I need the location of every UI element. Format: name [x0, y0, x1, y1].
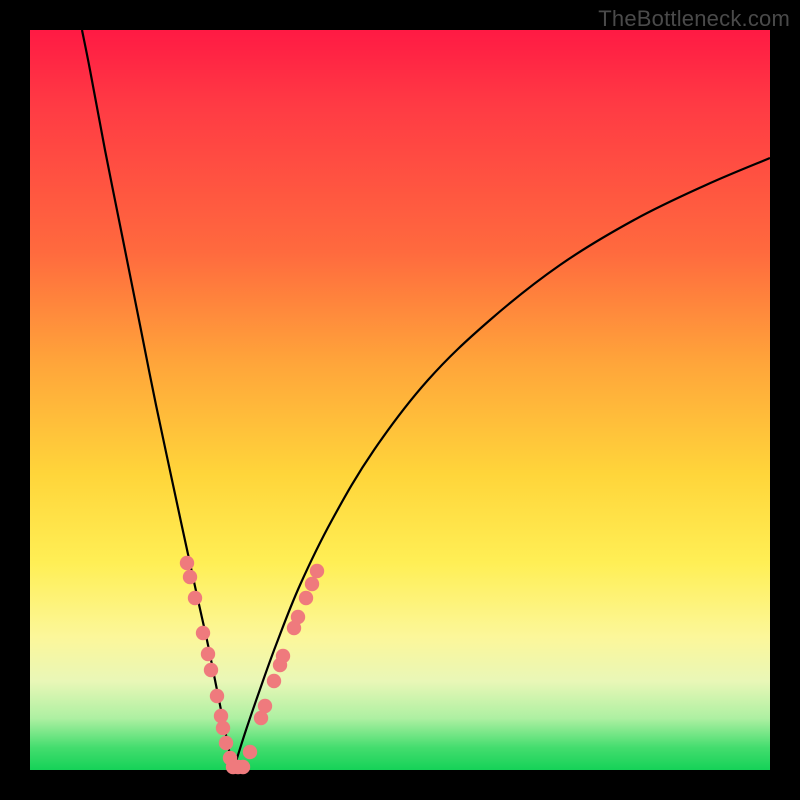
data-point	[258, 699, 272, 713]
curve-right-curve	[233, 158, 770, 770]
data-point	[188, 591, 202, 605]
data-point	[267, 674, 281, 688]
data-point	[210, 689, 224, 703]
chart-frame: TheBottleneck.com	[0, 0, 800, 800]
data-point	[201, 647, 215, 661]
data-point	[219, 736, 233, 750]
data-point	[183, 570, 197, 584]
data-point	[236, 760, 250, 774]
data-point	[204, 663, 218, 677]
chart-svg	[30, 30, 770, 770]
data-point	[180, 556, 194, 570]
watermark-text: TheBottleneck.com	[598, 6, 790, 32]
data-point	[216, 721, 230, 735]
data-point	[305, 577, 319, 591]
data-point	[310, 564, 324, 578]
data-point	[214, 709, 228, 723]
data-point	[196, 626, 210, 640]
data-point	[243, 745, 257, 759]
data-point	[276, 649, 290, 663]
data-point	[291, 610, 305, 624]
plot-area	[30, 30, 770, 770]
data-point	[299, 591, 313, 605]
